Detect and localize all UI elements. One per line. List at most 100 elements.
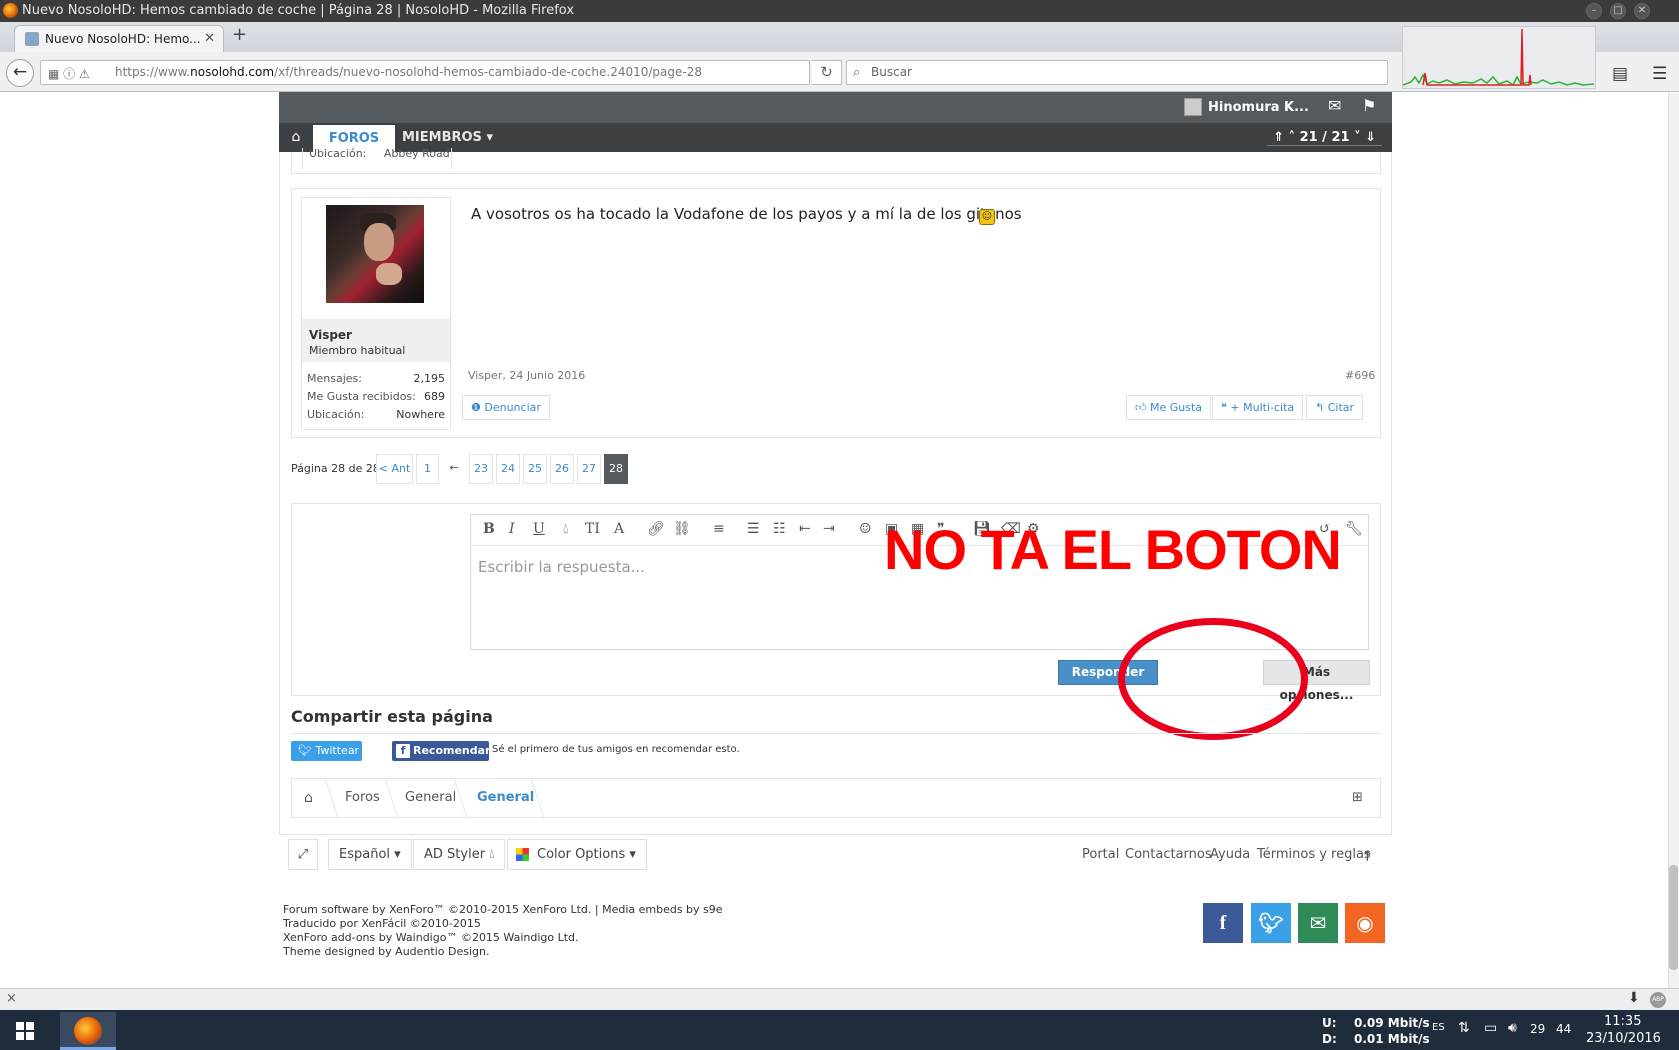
addon-bar: × ⬇ ABP [0, 988, 1679, 1010]
color-options-button[interactable]: Color Options ▾ [507, 839, 647, 870]
page-prev[interactable]: < Ant [376, 454, 413, 484]
email-icon[interactable]: ✉ [1298, 903, 1338, 943]
footer-link-contact[interactable]: Contactarnos [1125, 847, 1212, 862]
flag-icon[interactable]: ⚑ [1362, 96, 1376, 115]
number-list-icon[interactable]: ☷ [773, 521, 786, 537]
menu-icon[interactable]: ☰ [1652, 64, 1667, 84]
firefox-taskbar-icon[interactable] [60, 1012, 116, 1050]
language-chooser[interactable]: Español ▾ [328, 839, 412, 870]
search-input[interactable]: ⌕ Buscar [846, 60, 1388, 85]
window-title: Nuevo NosoloHD: Hemos cambiado de coche … [22, 3, 575, 18]
post-meta[interactable]: Visper, 24 Junio 2016 [468, 369, 585, 382]
new-tab-icon[interactable]: + [232, 24, 247, 45]
browser-tab[interactable]: Nuevo NosoloHD: Hemo... ✕ [14, 25, 224, 52]
clock-date[interactable]: 23/10/2016 [1586, 1031, 1661, 1046]
page-25[interactable]: 25 [523, 454, 547, 484]
visitor-username[interactable]: Hinomura K... [1208, 92, 1309, 123]
sitemap-icon[interactable]: ⊞ [1352, 779, 1363, 817]
minimize-icon[interactable]: – [1586, 3, 1602, 19]
url-bar[interactable]: https://www.nosolohd.com/xf/threads/nuev… [40, 60, 810, 85]
volume-icon[interactable]: 🔊︎ [1508, 1020, 1517, 1036]
indent-icon[interactable]: ⇥ [823, 521, 835, 537]
adblock-icon[interactable]: ABP [1650, 992, 1666, 1008]
expand-icon[interactable]: ⤢ [288, 839, 318, 870]
maximize-icon[interactable]: □ [1610, 3, 1626, 19]
envelope-icon[interactable]: ✉ [1328, 96, 1341, 115]
twitter-icon[interactable]: 🐦︎ [1251, 903, 1291, 943]
page-26[interactable]: 26 [550, 454, 574, 484]
input-language[interactable]: ES [1432, 1022, 1445, 1033]
stat-likes: Me Gusta recibidos: 689 [307, 390, 445, 403]
stat-messages: Mensajes: 2,195 [307, 372, 445, 385]
bullet-list-icon[interactable]: ☰ [747, 521, 760, 537]
thread-pager[interactable]: ⇑ ˄ 21 / 21 ˅ ⇓ [1267, 129, 1382, 146]
search-icon: ⌕ [853, 65, 861, 80]
site-info-icon[interactable]: ▦ ⓘ ⚠ [48, 65, 90, 82]
drop-icon: 💧︎ [489, 847, 495, 862]
breadcrumb: ⌂ Foros General General ⊞ [291, 778, 1381, 818]
tray-value-a: 29 [1530, 1022, 1546, 1036]
rss-icon[interactable]: ◉ [1345, 903, 1385, 943]
page-skip[interactable]: ← [442, 454, 466, 484]
home-icon[interactable]: ⌂ [304, 779, 313, 817]
bold-icon[interactable]: B [483, 521, 495, 537]
net-down-value: 0.01 Mbit/s [1354, 1032, 1430, 1046]
facebook-recommend-button[interactable]: f Recomendar [392, 741, 490, 761]
post-username-block: Visper Miembro habitual [302, 319, 450, 362]
color-drop-icon[interactable]: 💧︎ [563, 521, 569, 537]
scrollbar-thumb[interactable] [1669, 865, 1678, 970]
page-27[interactable]: 27 [577, 454, 601, 484]
footer-link-help[interactable]: Ayuda [1210, 847, 1250, 862]
battery-icon[interactable]: ▭ [1484, 1020, 1497, 1036]
unlink-icon[interactable]: ⛓ [673, 521, 691, 537]
thumbs-up-icon: 👍︎ [1135, 401, 1147, 414]
window-titlebar: Nuevo NosoloHD: Hemos cambiado de coche … [0, 0, 1679, 22]
download-icon[interactable]: ⬇ [1628, 990, 1640, 1006]
quote-button[interactable]: ↰ Citar [1306, 395, 1364, 420]
url-domain: nosolohd.com [190, 65, 275, 79]
firefox-icon [3, 3, 18, 18]
multiquote-button[interactable]: ❝ + Multi-cita [1212, 395, 1304, 420]
page-24[interactable]: 24 [496, 454, 520, 484]
style-chooser[interactable]: AD Styler 💧︎ [413, 839, 506, 870]
align-icon[interactable]: ≡ [713, 521, 725, 537]
wrench-icon[interactable]: 🔧︎ [1345, 521, 1363, 537]
smilie-icon[interactable]: ☺ [859, 521, 872, 537]
reload-icon[interactable]: ↻ [812, 60, 842, 85]
avatar[interactable] [1184, 98, 1202, 116]
facebook-icon[interactable]: f [1203, 903, 1243, 943]
link-icon[interactable]: 🔗︎ [647, 521, 665, 537]
tab-label: Nuevo NosoloHD: Hemo... [45, 32, 201, 46]
post-avatar[interactable] [326, 205, 424, 303]
font-family-icon[interactable]: A [614, 521, 624, 537]
close-icon[interactable]: ✕ [1634, 3, 1650, 19]
tweet-button[interactable]: 🐦︎ Twittear [291, 741, 362, 761]
close-tab-icon[interactable]: ✕ [204, 26, 215, 52]
post-number[interactable]: #696 [1345, 369, 1375, 382]
post-text: A vosotros os ha tocado la Vodafone de l… [471, 205, 1022, 223]
post-username[interactable]: Visper [309, 328, 450, 342]
library-icon[interactable]: ▤ [1612, 64, 1628, 84]
page-1[interactable]: 1 [416, 454, 439, 484]
page-23[interactable]: 23 [469, 454, 493, 484]
scroll-top-icon[interactable]: 🡑︎ [1364, 847, 1371, 869]
network-icon[interactable]: ⇅ [1458, 1020, 1470, 1036]
page-28-current[interactable]: 28 [604, 454, 628, 484]
italic-icon[interactable]: I [509, 521, 515, 537]
font-size-icon[interactable]: TI [585, 521, 600, 537]
footer-link-portal[interactable]: Portal [1082, 847, 1119, 862]
vertical-scrollbar[interactable] [1668, 93, 1679, 988]
palette-icon [516, 848, 529, 861]
clock-time[interactable]: 11:35 [1604, 1014, 1641, 1029]
like-button[interactable]: 👍︎ Me Gusta [1126, 395, 1212, 420]
back-arrow-icon[interactable]: ← [6, 59, 34, 87]
annotation-circle [1118, 618, 1308, 740]
tray-value-b: 44 [1556, 1022, 1572, 1036]
footer-link-terms[interactable]: Términos y reglas [1257, 847, 1371, 862]
quote-icon: ❝ [1221, 401, 1227, 414]
report-button[interactable]: ❶ Denunciar [462, 395, 550, 420]
outdent-icon[interactable]: ⇤ [799, 521, 811, 537]
close-addon-bar-icon[interactable]: × [6, 991, 17, 1006]
stat-location: Ubicación: Nowhere [307, 408, 445, 421]
underline-icon[interactable]: U [533, 521, 545, 537]
